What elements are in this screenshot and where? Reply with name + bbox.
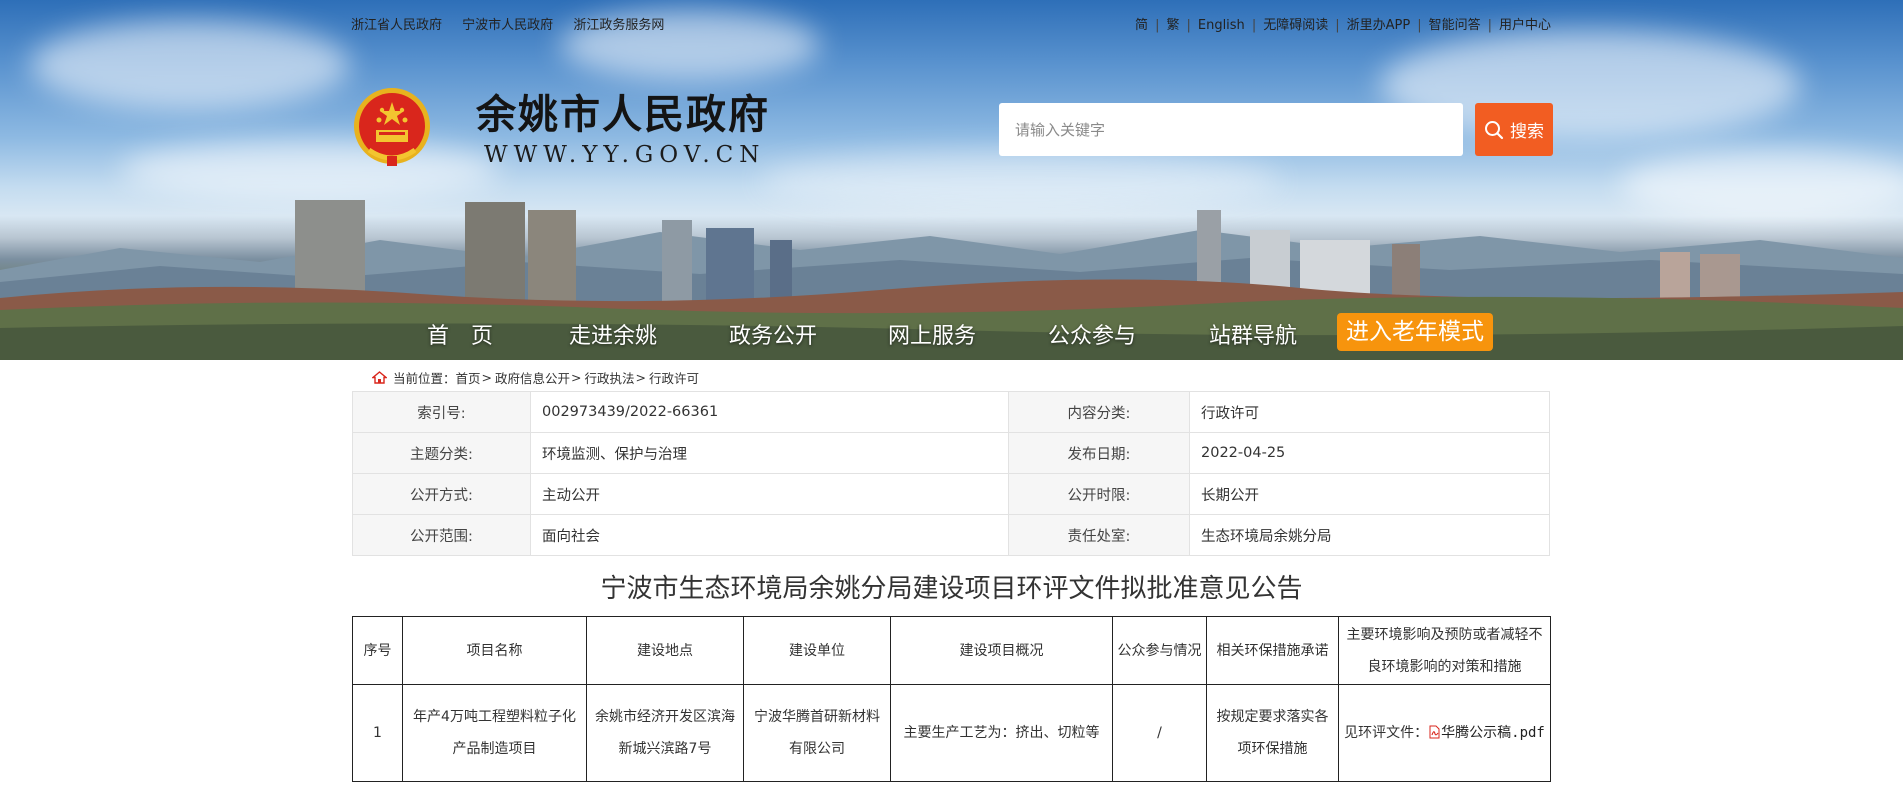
info-value: 生态环境局余姚分局 [1189,514,1550,556]
link-english[interactable]: English [1198,18,1245,33]
link-simplified[interactable]: 简 [1135,18,1148,33]
info-value: 行政许可 [1189,391,1550,433]
cell-project-name: 年产4万吨工程塑料粒子化产品制造项目 [402,684,587,782]
search-button[interactable]: 搜索 [1475,103,1553,156]
header-banner: 浙江省人民政府 宁波市人民政府 浙江政务服务网 简 | 繁 | English | 无障碍阅… [0,0,1903,360]
info-key: 公开时限: [1008,473,1190,515]
column-header: 建设地点 [586,616,744,685]
cell-no: 1 [352,684,403,782]
link-zhejiang-gov[interactable]: 浙江省人民政府 [351,18,442,33]
link-user-center[interactable]: 用户中心 [1499,18,1551,33]
link-accessibility[interactable]: 无障碍阅读 [1263,18,1328,33]
pdf-icon [1429,725,1440,739]
document-title: 宁波市生态环境局余姚分局建设项目环评文件拟批准意见公告 [600,574,1303,604]
link-smart-qa[interactable]: 智能问答 [1429,18,1481,33]
info-table: 索引号: 002973439/2022-66361 内容分类: 行政许可 主题分… [352,391,1550,556]
main-nav: 首 页 走进余姚 政务公开 网上服务 公众参与 站群导航 [0,318,1903,350]
column-header: 公众参与情况 [1112,616,1207,685]
info-key: 公开范围: [352,514,531,556]
info-row: 公开方式: 主动公开 公开时限: 长期公开 [352,473,1550,515]
cell-unit: 宁波华腾首研新材料有限公司 [743,684,891,782]
column-header: 项目名称 [402,616,587,685]
measures-prefix: 见环评文件： [1344,725,1429,741]
breadcrumb-disclosure[interactable]: 政府信息公开 [495,368,570,387]
info-key: 发布日期: [1008,432,1190,474]
column-header: 建设项目概况 [890,616,1113,685]
link-zlb-app[interactable]: 浙里办APP [1347,18,1411,33]
info-key: 内容分类: [1008,391,1190,433]
info-row: 公开范围: 面向社会 责任处室: 生态环境局余姚分局 [352,514,1550,556]
table-row: 1 年产4万吨工程塑料粒子化产品制造项目 余姚市经济开发区滨海新城兴滨路7号 宁… [352,684,1551,782]
breadcrumb-home[interactable]: 首页 [456,368,481,387]
site-domain: WWW.YY.GOV.CN [484,142,766,168]
elder-mode-button[interactable]: 进入老年模式 [1337,313,1493,351]
cell-measures: 见环评文件： 华腾公示稿.pdf [1338,684,1551,782]
cell-location: 余姚市经济开发区滨海新城兴滨路7号 [586,684,744,782]
search-input[interactable] [999,103,1463,156]
cell-public: / [1112,684,1207,782]
column-header: 相关环保措施承诺 [1206,616,1339,685]
nav-online-service[interactable]: 网上服务 [888,318,976,350]
nav-home[interactable]: 首 页 [427,318,493,350]
cell-commitment: 按规定要求落实各项环保措施 [1206,684,1339,782]
link-ningbo-gov[interactable]: 宁波市人民政府 [462,18,553,33]
top-links-left: 浙江省人民政府 宁波市人民政府 浙江政务服务网 [351,14,680,33]
info-key: 公开方式: [352,473,531,515]
project-table: 序号 项目名称 建设地点 建设单位 建设项目概况 公众参与情况 相关环保措施承诺… [352,616,1551,782]
info-key: 责任处室: [1008,514,1190,556]
info-value: 长期公开 [1189,473,1550,515]
breadcrumb-permit[interactable]: 行政许可 [649,368,699,387]
breadcrumb-enforcement[interactable]: 行政执法 [585,368,635,387]
cell-overview: 主要生产工艺为：挤出、切粒等 [890,684,1113,782]
search-button-label: 搜索 [1510,122,1544,142]
column-header: 建设单位 [743,616,891,685]
home-icon [372,371,387,384]
column-header: 主要环境影响及预防或者减轻不良环境影响的对策和措施 [1338,616,1551,685]
info-row: 主题分类: 环境监测、保护与治理 发布日期: 2022-04-25 [352,432,1550,474]
info-key: 索引号: [352,391,531,433]
pdf-file-link[interactable]: 华腾公示稿.pdf [1441,725,1545,741]
search-icon [1485,120,1504,139]
link-zj-service[interactable]: 浙江政务服务网 [573,18,664,33]
nav-about-yuyao[interactable]: 走进余姚 [569,318,657,350]
top-links-right: 简 | 繁 | English | 无障碍阅读 | 浙里办APP | 智能问答 | 用户中心 [1135,18,1551,33]
breadcrumb: 当前位置： 首页 > 政府信息公开 > 行政执法 > 行政许可 [372,368,699,387]
info-row: 索引号: 002973439/2022-66361 内容分类: 行政许可 [352,391,1550,433]
breadcrumb-label: 当前位置： [393,371,456,386]
info-value: 002973439/2022-66361 [530,391,1009,433]
link-traditional[interactable]: 繁 [1166,18,1179,33]
info-value: 面向社会 [530,514,1009,556]
nav-gov-disclosure[interactable]: 政务公开 [729,318,817,350]
nav-site-group[interactable]: 站群导航 [1209,318,1297,350]
info-key: 主题分类: [352,432,531,474]
info-value: 主动公开 [530,473,1009,515]
table-header-row: 序号 项目名称 建设地点 建设单位 建设项目概况 公众参与情况 相关环保措施承诺… [352,616,1551,685]
info-value: 环境监测、保护与治理 [530,432,1009,474]
column-header: 序号 [352,616,403,685]
emblem-icon [354,88,430,166]
info-value: 2022-04-25 [1189,432,1550,474]
nav-public-participation[interactable]: 公众参与 [1048,318,1136,350]
site-title: 余姚市人民政府 [476,91,770,138]
